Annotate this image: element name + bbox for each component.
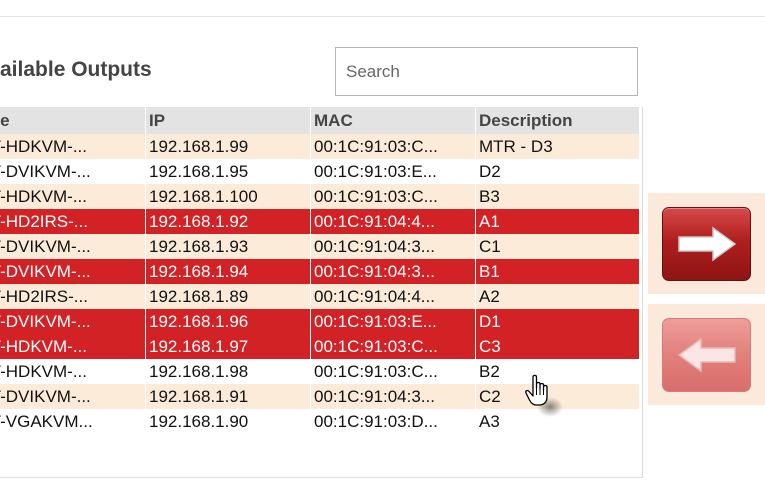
cell-ip: 192.168.1.93	[145, 234, 310, 259]
table-row[interactable]: (T-DVIKVM-...192.168.1.9300:1C:91:04:3..…	[0, 234, 639, 259]
cell-description: C3	[475, 334, 639, 359]
cell-ip: 192.168.1.100	[145, 184, 310, 209]
cell-ip: 192.168.1.91	[145, 384, 310, 409]
cell-name: (T-VGAKVM...	[0, 411, 93, 431]
cell-name: (T-HD2IRS-...	[0, 209, 145, 234]
column-header-ip[interactable]: IP	[145, 107, 310, 134]
cell-mac: 00:1C:91:03:D...	[310, 409, 475, 434]
window-top-bar	[0, 0, 765, 17]
cell-mac: 00:1C:91:04:3...	[310, 259, 475, 284]
cell-description: A2	[475, 284, 639, 309]
cell-name: (T-DVIKVM-...	[0, 234, 145, 259]
table-row[interactable]: (T-HD2IRS-...192.168.1.9200:1C:91:04:4..…	[0, 209, 639, 234]
search-input[interactable]	[335, 47, 638, 96]
cell-mac: 00:1C:91:03:E...	[310, 309, 475, 334]
move-left-button[interactable]	[662, 318, 751, 392]
cell-ip: 192.168.1.97	[145, 334, 310, 359]
panel-title: ailable Outputs	[0, 58, 152, 81]
cell-ip: 192.168.1.90	[145, 409, 310, 434]
cell-ip: 192.168.1.94	[145, 259, 310, 284]
cell-description: A1	[475, 209, 639, 234]
cell-mac: 00:1C:91:03:C...	[310, 334, 475, 359]
cell-description: C1	[475, 234, 639, 259]
column-header-description[interactable]: Description	[475, 107, 639, 134]
cell-mac: 00:1C:91:04:4...	[310, 209, 475, 234]
cell-ip: 192.168.1.89	[145, 284, 310, 309]
table-row[interactable]: (T-HDKVM-...192.168.1.9900:1C:91:03:C...…	[0, 134, 639, 159]
table-row[interactable]: (T-HDKVM-...192.168.1.9700:1C:91:03:C...…	[0, 334, 639, 359]
cell-description: MTR - D3	[475, 134, 639, 159]
cell-mac: 00:1C:91:04:3...	[310, 234, 475, 259]
table-row[interactable]: (T-DVIKVM-...192.168.1.9600:1C:91:03:E..…	[0, 309, 639, 334]
move-left-panel	[648, 304, 765, 405]
cell-ip: 192.168.1.99	[145, 134, 310, 159]
arrow-left-icon	[677, 337, 736, 373]
table-header-row: me IP MAC Description	[0, 107, 639, 134]
cell-name: (T-HDKVM-...	[0, 134, 145, 159]
hand-cursor-icon	[525, 374, 563, 417]
cell-ip: 192.168.1.96	[145, 309, 310, 334]
cell-description: D2	[475, 159, 639, 184]
cell-mac: 00:1C:91:03:C...	[310, 134, 475, 159]
arrow-right-icon	[677, 226, 736, 262]
cell-name: (T-HDKVM-...	[0, 361, 87, 381]
cell-mac: 00:1C:91:03:C...	[310, 184, 475, 209]
move-right-button[interactable]	[662, 207, 751, 281]
cell-name: (T-HDKVM-...	[0, 334, 145, 359]
cell-name: (T-HDKVM-...	[0, 184, 145, 209]
cell-mac: 00:1C:91:04:4...	[310, 284, 475, 309]
outputs-table: me IP MAC Description (T-HDKVM-...192.16…	[0, 107, 643, 478]
table-row[interactable]: (T-HD2IRS-...192.168.1.8900:1C:91:04:4..…	[0, 284, 639, 309]
cell-ip: 192.168.1.98	[145, 359, 310, 384]
cell-name: (T-DVIKVM-...	[0, 161, 91, 181]
cell-mac: 00:1C:91:03:C...	[310, 359, 475, 384]
cell-name: (T-DVIKVM-...	[0, 309, 145, 334]
cell-mac: 00:1C:91:03:E...	[310, 159, 475, 184]
cell-description: B1	[475, 259, 639, 284]
column-header-mac[interactable]: MAC	[310, 107, 475, 134]
cell-mac: 00:1C:91:04:3...	[310, 384, 475, 409]
cell-name: (T-DVIKVM-...	[0, 259, 145, 284]
table-row[interactable]: (T-DVIKVM-... 192.168.1.9500:1C:91:03:E..…	[0, 159, 639, 184]
cell-name: (T-HD2IRS-...	[0, 284, 145, 309]
table-row[interactable]: (T-DVIKVM-...192.168.1.9400:1C:91:04:3..…	[0, 259, 639, 284]
cell-ip: 192.168.1.95	[145, 159, 310, 184]
cell-description: B3	[475, 184, 639, 209]
cell-description: D1	[475, 309, 639, 334]
column-header-name[interactable]: me	[0, 107, 145, 134]
cell-ip: 192.168.1.92	[145, 209, 310, 234]
move-right-panel	[648, 193, 765, 294]
table-row[interactable]: (T-HDKVM-...192.168.1.10000:1C:91:03:C..…	[0, 184, 639, 209]
cell-name: (T-DVIKVM-...	[0, 384, 145, 409]
